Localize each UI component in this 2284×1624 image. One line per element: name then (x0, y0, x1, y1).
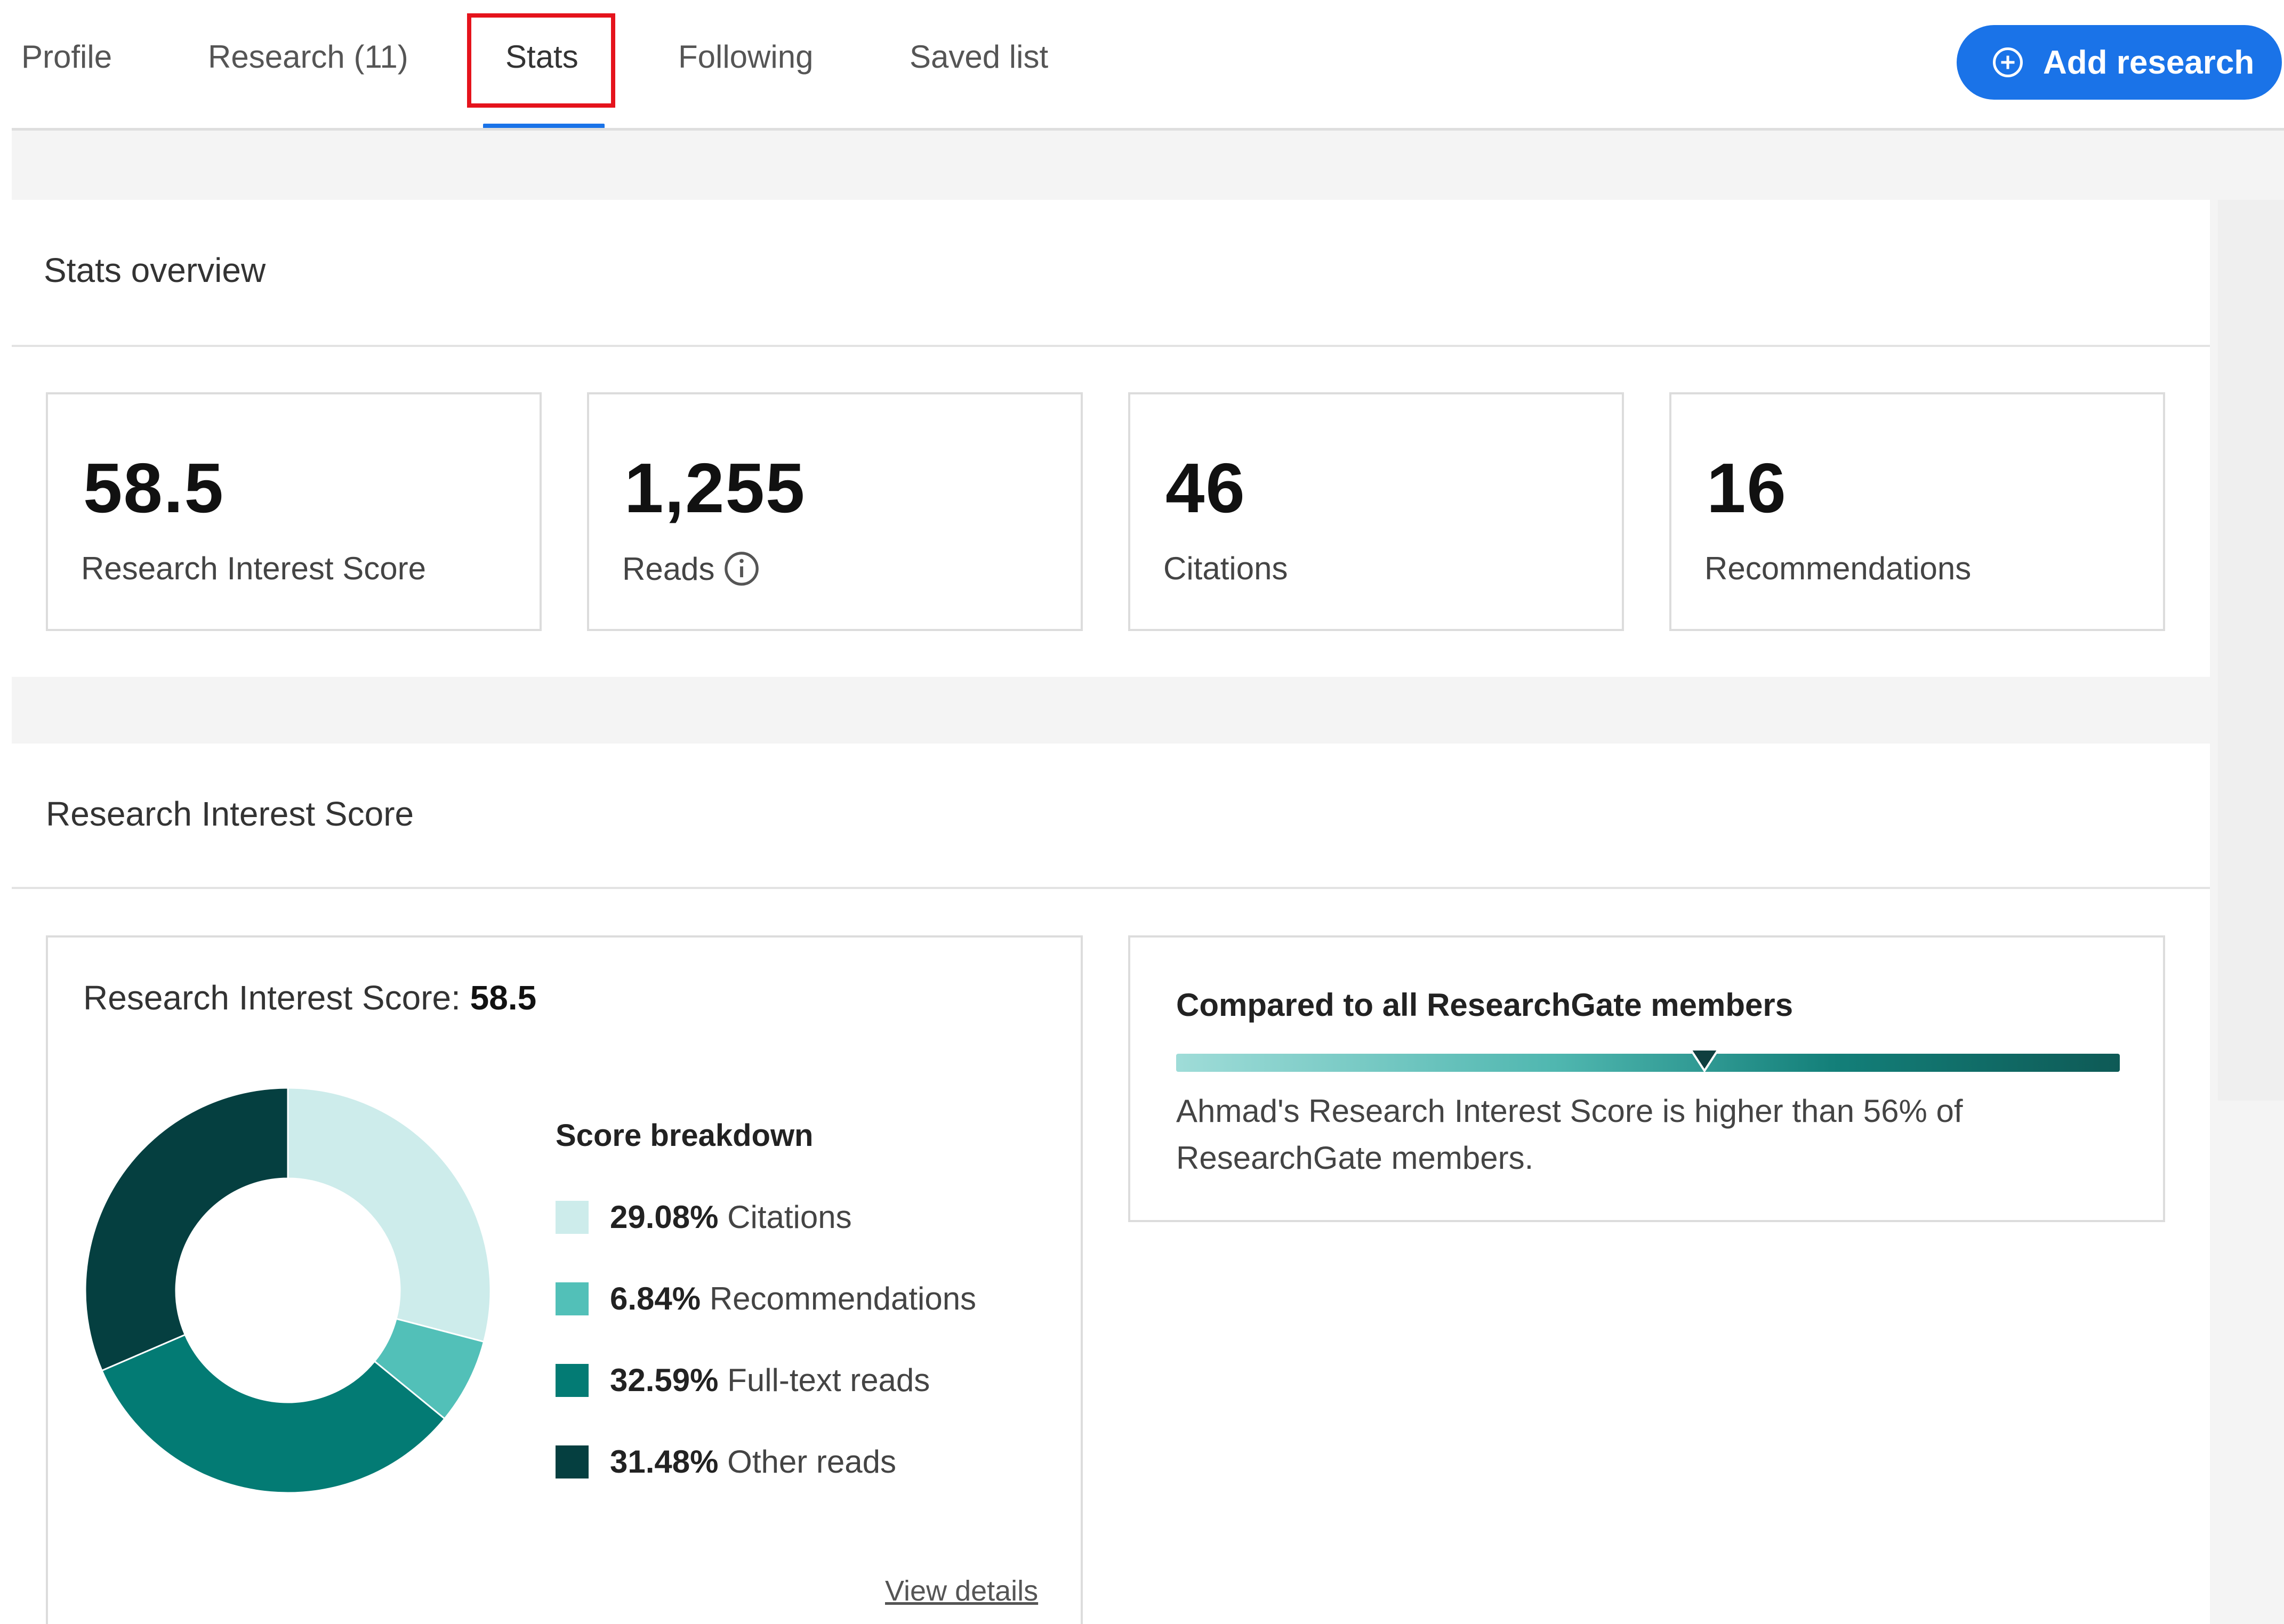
stat-value: 46 (1165, 449, 1246, 527)
legend-swatch (556, 1445, 589, 1478)
percentile-bar (1176, 1054, 2120, 1072)
stat-label: Research Interest Score (81, 551, 426, 586)
research-interest-section-title: Research Interest Score (46, 795, 414, 833)
legend-swatch (556, 1282, 589, 1315)
research-interest-card: Research Interest Score: 58.5 Score brea… (46, 935, 1083, 1624)
stats-tab-highlight-box (467, 13, 615, 108)
stat-label: Reads (622, 550, 760, 587)
comparison-card: Compared to all ResearchGate members Ahm… (1128, 935, 2165, 1222)
stats-overview-divider (12, 345, 2210, 347)
add-research-button[interactable]: Add research (1957, 25, 2282, 100)
tab-following[interactable]: Following (678, 38, 813, 75)
research-interest-divider (12, 887, 2210, 889)
donut-slice-other-reads (84, 1087, 289, 1372)
plus-circle-icon (1993, 47, 2023, 77)
research-interest-value: 58.5 (470, 979, 537, 1017)
stat-card-reads: 1,255 Reads (587, 392, 1083, 631)
stats-overview-title: Stats overview (44, 251, 266, 289)
legend-item-full-text-reads: 32.59% Full-text reads (556, 1362, 930, 1399)
stat-label: Citations (1163, 551, 1288, 586)
research-interest-heading: Research Interest Score: 58.5 (83, 979, 537, 1017)
stat-card-research-interest: 58.5 Research Interest Score (46, 392, 542, 631)
donut-slice-citations (287, 1087, 492, 1343)
tab-research[interactable]: Research (11) (208, 38, 408, 75)
tab-profile[interactable]: Profile (21, 38, 112, 75)
stat-value: 16 (1707, 449, 1787, 527)
legend-item-recommendations: 6.84% Recommendations (556, 1280, 976, 1317)
score-donut-chart (84, 1087, 492, 1494)
legend-swatch (556, 1200, 589, 1234)
percentile-marker-icon (1688, 1048, 1720, 1073)
comparison-title: Compared to all ResearchGate members (1176, 987, 1794, 1023)
info-icon[interactable] (723, 550, 760, 587)
legend-swatch (556, 1363, 589, 1397)
stat-card-citations: 46 Citations (1128, 392, 1624, 631)
top-nav: Profile Research (11) Stats Following Sa… (0, 0, 2284, 131)
view-details-link[interactable]: View details (885, 1574, 1038, 1607)
stat-value: 1,255 (624, 449, 806, 527)
stat-card-recommendations: 16 Recommendations (1669, 392, 2165, 631)
legend-item-other-reads: 31.48% Other reads (556, 1443, 896, 1480)
right-side-panel (2218, 200, 2284, 1101)
add-research-label: Add research (2043, 44, 2255, 81)
legend-item-citations: 29.08% Citations (556, 1199, 852, 1235)
tab-saved-list[interactable]: Saved list (910, 38, 1048, 75)
comparison-text: Ahmad's Research Interest Score is highe… (1176, 1093, 1963, 1176)
stat-value: 58.5 (83, 449, 224, 527)
stat-label: Recommendations (1704, 551, 1972, 586)
score-breakdown-title: Score breakdown (556, 1118, 814, 1153)
